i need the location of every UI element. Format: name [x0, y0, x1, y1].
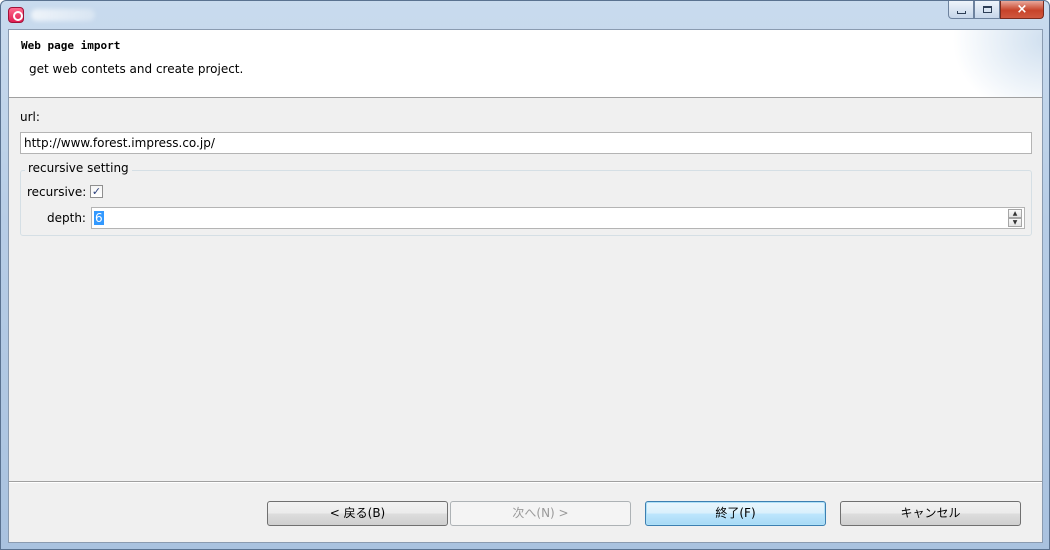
- finish-button[interactable]: 終了(F): [645, 501, 826, 526]
- minimize-button[interactable]: [948, 1, 974, 19]
- chevron-down-icon: ▼: [1012, 219, 1018, 226]
- cancel-button[interactable]: キャンセル: [840, 501, 1021, 526]
- caption-buttons: ×: [948, 1, 1044, 21]
- back-button[interactable]: < 戻る(B): [267, 501, 448, 526]
- close-icon: ×: [1016, 2, 1028, 17]
- checkmark-icon: ✓: [91, 185, 102, 198]
- minimize-icon: [956, 11, 966, 14]
- depth-spinner[interactable]: 6 ▲ ▼: [91, 207, 1025, 229]
- wizard-banner: Web page import get web contets and crea…: [9, 30, 1042, 98]
- chevron-up-icon: ▲: [1012, 210, 1018, 217]
- banner-decoration: [952, 30, 1042, 97]
- app-logo-icon[interactable]: [8, 7, 24, 23]
- maximize-button[interactable]: [974, 1, 1000, 19]
- recursive-setting-group-label: recursive setting: [25, 161, 132, 175]
- title-bar[interactable]: ×: [1, 1, 1049, 29]
- window-title: [31, 9, 95, 21]
- depth-label: depth:: [47, 211, 86, 225]
- close-button[interactable]: ×: [1000, 1, 1044, 19]
- recursive-label: recursive:: [27, 185, 87, 199]
- next-button[interactable]: 次へ(N) >: [450, 501, 631, 526]
- maximize-icon: [982, 6, 992, 13]
- page-title: Web page import: [21, 39, 121, 52]
- page-description: get web contets and create project.: [29, 62, 244, 76]
- spin-down-button[interactable]: ▼: [1008, 218, 1022, 227]
- depth-value[interactable]: 6: [94, 211, 104, 225]
- url-label: url:: [20, 110, 40, 124]
- spinner-buttons: ▲ ▼: [1008, 209, 1022, 227]
- wizard-window: × Web page import get web contets and cr…: [0, 0, 1050, 550]
- url-input[interactable]: http://www.forest.impress.co.jp/: [20, 132, 1032, 154]
- spin-up-button[interactable]: ▲: [1008, 209, 1022, 218]
- recursive-checkbox[interactable]: ✓: [90, 185, 103, 198]
- button-bar-divider: [9, 481, 1042, 483]
- dialog-client-area: Web page import get web contets and crea…: [8, 29, 1043, 543]
